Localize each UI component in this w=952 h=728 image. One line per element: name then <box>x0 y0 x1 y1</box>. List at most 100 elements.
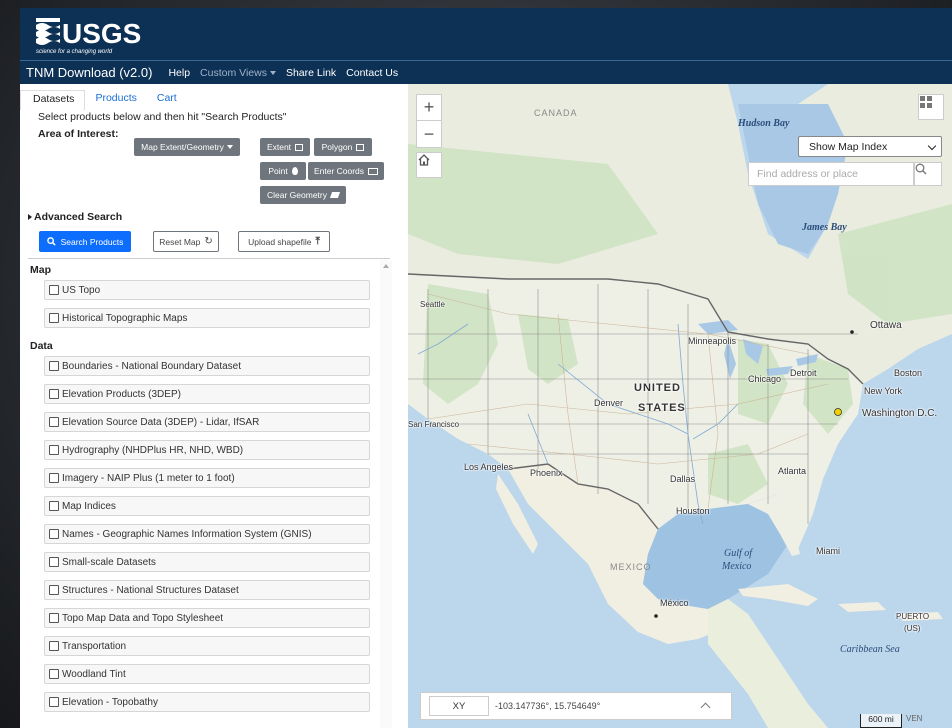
dataset-item[interactable]: Structures - National Structures Dataset <box>44 580 370 600</box>
map-items: US Topo Historical Topographic Maps <box>20 280 382 328</box>
home-button[interactable] <box>416 152 442 178</box>
checkbox[interactable] <box>49 669 59 679</box>
nav-share-link[interactable]: Share Link <box>286 67 336 79</box>
chevron-down-icon <box>269 70 276 75</box>
dataset-item-label: Small-scale Datasets <box>62 556 156 568</box>
nav-bar: TNM Download (v2.0) Help Custom Views Sh… <box>20 60 952 84</box>
logo-tagline: science for a changing world <box>36 49 113 55</box>
clear-geometry-label: Clear Geometry <box>267 190 327 200</box>
checkbox[interactable] <box>49 585 59 595</box>
checkbox[interactable] <box>49 361 59 371</box>
dataset-item[interactable]: Woodland Tint <box>44 664 370 684</box>
checkbox[interactable] <box>49 313 59 323</box>
label-mexico: MEXICO <box>610 562 652 572</box>
instructions-text: Select products below and then hit "Sear… <box>38 111 287 123</box>
map-pin-icon <box>291 167 298 175</box>
zoom-in-button[interactable]: + <box>417 95 441 121</box>
scale-bar: 600 mi VEN <box>860 714 940 728</box>
chevron-up-icon[interactable] <box>700 702 711 713</box>
dataset-item[interactable]: Topo Map Data and Topo Stylesheet <box>44 608 370 628</box>
tab-bar: Datasets Products Cart <box>20 90 187 110</box>
label-hudson-bay: Hudson Bay <box>738 118 790 129</box>
label-new-york: New York <box>864 386 903 396</box>
checkbox[interactable] <box>49 473 59 483</box>
checkbox[interactable] <box>49 557 59 567</box>
extent-label: Extent <box>266 142 292 152</box>
checkbox[interactable] <box>49 285 59 295</box>
checkbox[interactable] <box>49 613 59 623</box>
dataset-item[interactable]: Names - Geographic Names Information Sys… <box>44 524 370 544</box>
dataset-item[interactable]: Elevation Source Data (3DEP) - Lidar, If… <box>44 412 370 432</box>
nav-help[interactable]: Help <box>168 67 190 79</box>
label-mexico-city: México <box>660 598 689 608</box>
zoom-out-button[interactable]: − <box>417 121 441 147</box>
dataset-item[interactable]: Hydrography (NHDPlus HR, NHD, WBD) <box>44 440 370 460</box>
tab-products[interactable]: Products <box>85 90 146 110</box>
clear-geometry-button[interactable]: Clear Geometry <box>260 186 346 204</box>
checkbox[interactable] <box>49 445 59 455</box>
checkbox[interactable] <box>49 501 59 511</box>
label-gulf-1: Gulf of <box>724 548 753 559</box>
dataset-item-label: Woodland Tint <box>62 668 126 680</box>
dataset-item-label: Elevation Source Data (3DEP) - Lidar, If… <box>62 416 260 428</box>
label-san-francisco: San Francisco <box>408 420 460 429</box>
dataset-item-label: Hydrography (NHDPlus HR, NHD, WBD) <box>62 444 244 456</box>
coord-mode-button[interactable]: XY <box>429 696 489 716</box>
map-view[interactable]: CANADA Hudson Bay James Bay UNITED STATE… <box>408 84 952 728</box>
search-products-button[interactable]: Search Products <box>39 231 131 252</box>
advanced-search-toggle[interactable]: Advanced Search <box>28 211 122 223</box>
search-icon <box>46 237 56 246</box>
advanced-search-label: Advanced Search <box>34 211 123 223</box>
chevron-down-icon <box>226 145 233 149</box>
polygon-button[interactable]: Polygon <box>314 138 372 156</box>
dataset-item[interactable]: US Topo <box>44 280 370 300</box>
point-button[interactable]: Point <box>260 162 306 180</box>
label-ottawa: Ottawa <box>870 320 902 331</box>
dataset-item[interactable]: Elevation Products (3DEP) <box>44 384 370 404</box>
refresh-icon: ↻ <box>204 236 213 247</box>
upload-shapefile-button[interactable]: Upload shapefile ⤒ <box>238 231 330 252</box>
label-phoenix: Phoenix <box>530 468 563 478</box>
dataset-item-label: Topo Map Data and Topo Stylesheet <box>62 612 224 624</box>
extent-button[interactable]: Extent <box>260 138 310 156</box>
label-miami: Miami <box>816 546 840 556</box>
map-index-select[interactable]: Show Map Index <box>798 136 942 157</box>
coordinate-widget: XY -103.147736°, 15.754649° <box>420 692 732 720</box>
tab-datasets[interactable]: Datasets <box>20 90 86 110</box>
upload-icon: ⤒ <box>315 236 320 247</box>
checkbox[interactable] <box>49 641 59 651</box>
dataset-item[interactable]: Elevation - Topobathy <box>44 692 370 712</box>
brand-bar: USGS science for a changing world <box>20 8 952 60</box>
dataset-item[interactable]: Boundaries - National Boundary Dataset <box>44 356 370 376</box>
address-search-button[interactable] <box>914 162 942 186</box>
checkbox[interactable] <box>49 529 59 539</box>
dataset-item[interactable]: Imagery - NAIP Plus (1 meter to 1 foot) <box>44 468 370 488</box>
dataset-item[interactable]: Map Indices <box>44 496 370 516</box>
nav-contact-us[interactable]: Contact Us <box>346 67 398 79</box>
enter-coords-button[interactable]: Enter Coords <box>308 162 384 180</box>
dataset-item[interactable]: Transportation <box>44 636 370 656</box>
checkbox[interactable] <box>49 417 59 427</box>
scroll-up-icon[interactable] <box>383 264 389 268</box>
tab-cart[interactable]: Cart <box>147 90 187 110</box>
aoi-dropdown-label: Map Extent/Geometry <box>141 142 224 152</box>
scrollbar[interactable] <box>380 260 392 728</box>
nav-custom-views[interactable]: Custom Views <box>200 67 276 79</box>
label-minneapolis: Minneapolis <box>688 336 737 346</box>
extent-icon <box>295 143 304 151</box>
home-icon <box>418 154 430 166</box>
checkbox[interactable] <box>49 697 59 707</box>
label-caribbean: Caribbean Sea <box>840 644 900 655</box>
usgs-logo[interactable]: USGS science for a changing world <box>34 14 144 56</box>
coord-readout: -103.147736°, 15.754649° <box>495 701 601 711</box>
aoi-dropdown[interactable]: Map Extent/Geometry <box>134 138 240 156</box>
app-title[interactable]: TNM Download (v2.0) <box>26 65 152 80</box>
reset-map-button[interactable]: Reset Map ↻ <box>153 231 219 252</box>
dataset-item[interactable]: Small-scale Datasets <box>44 552 370 572</box>
basemap-gallery-button[interactable] <box>918 94 944 120</box>
dataset-item-label: Names - Geographic Names Information Sys… <box>62 528 312 540</box>
dataset-item[interactable]: Historical Topographic Maps <box>44 308 370 328</box>
address-search-input[interactable]: Find address or place <box>748 162 914 186</box>
nav-custom-views-label: Custom Views <box>200 66 267 79</box>
checkbox[interactable] <box>49 389 59 399</box>
